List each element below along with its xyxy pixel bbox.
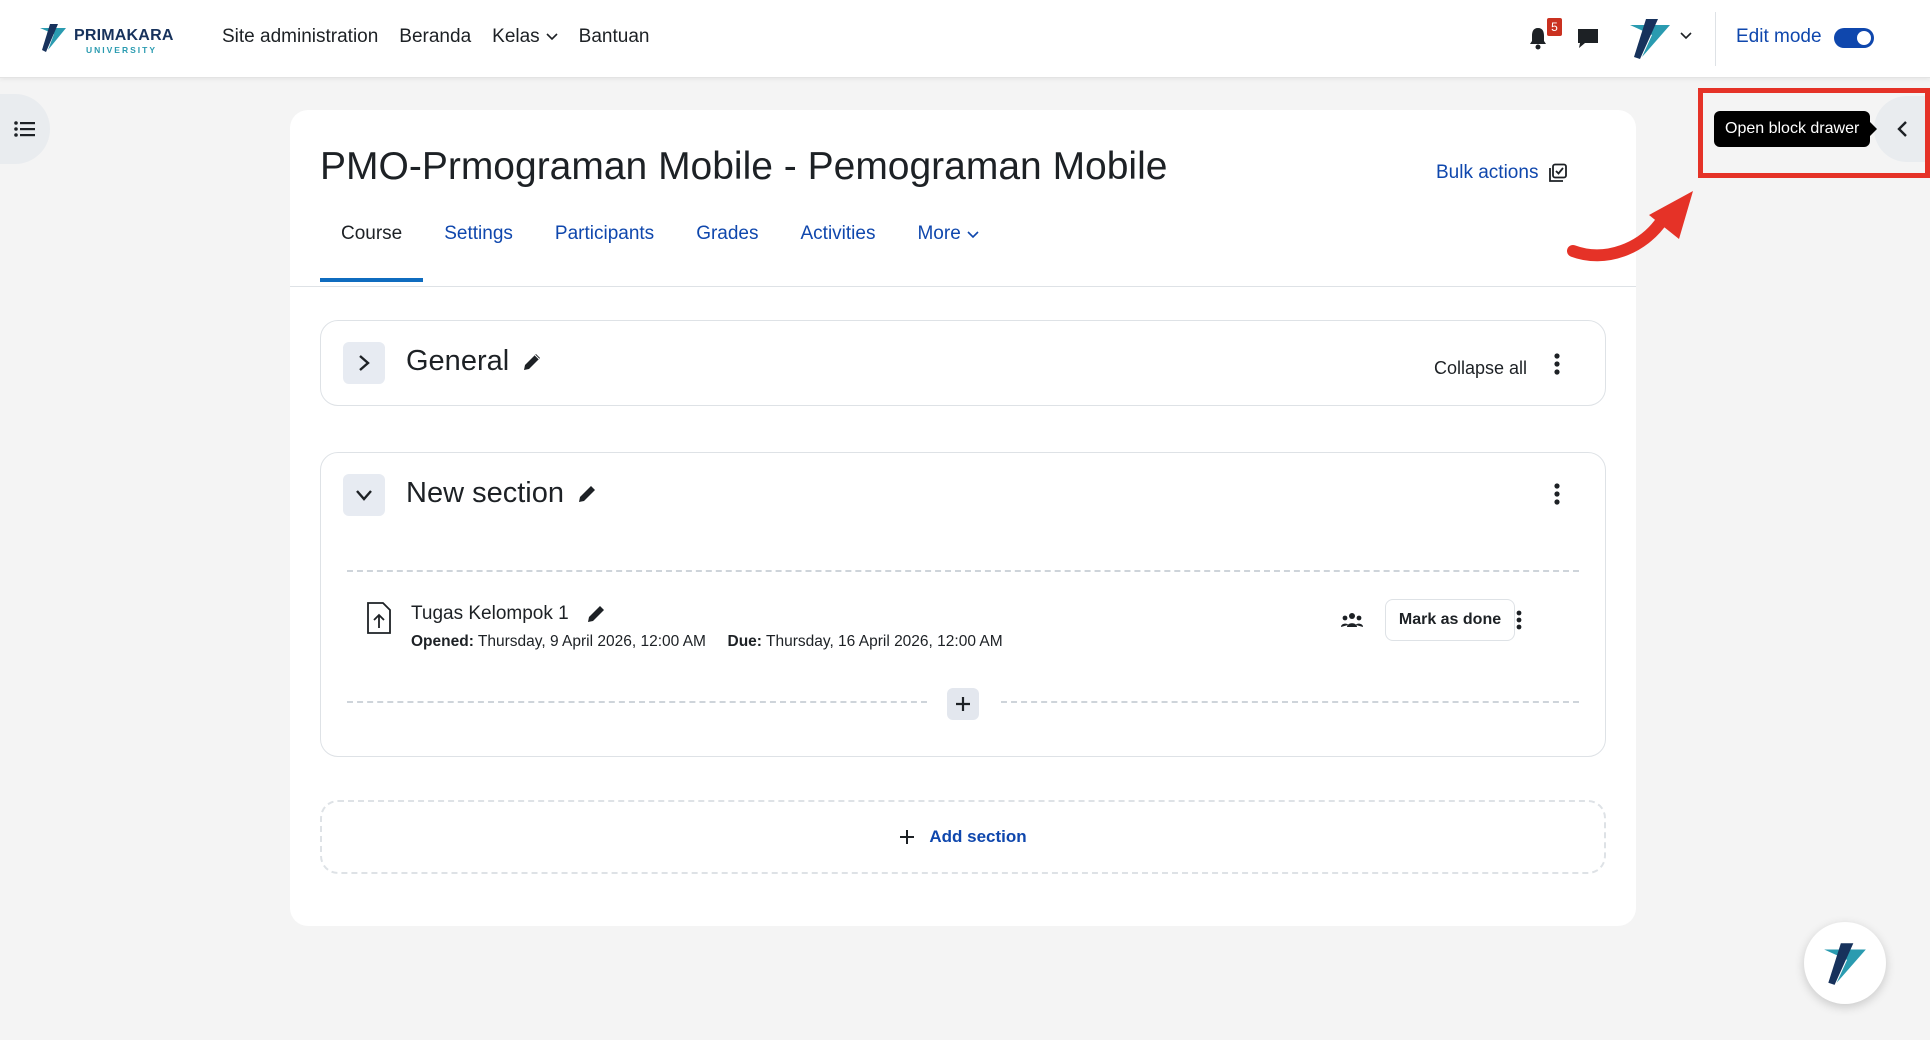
nav-beranda[interactable]: Beranda [399,26,471,48]
list-icon [14,121,35,137]
tab-label: Participants [554,223,655,244]
tab-settings[interactable]: Settings [423,223,534,282]
nav-divider [1715,12,1716,66]
notification-bell-icon[interactable] [1528,26,1548,50]
course-tabs: Course Settings Participants Grades Acti… [320,223,1000,282]
user-menu-chevron-down-icon[interactable] [1680,32,1692,40]
section-collapse-button[interactable] [343,474,385,516]
add-section-label: Add section [929,827,1027,846]
section-title: New section [406,477,598,510]
due-value: Thursday, 16 April 2026, 12:00 AM [765,633,1003,650]
message-chat-icon[interactable] [1576,27,1600,49]
group-mode-icon[interactable] [1340,611,1364,629]
annotation-highlight-box [1698,88,1930,178]
tab-activities[interactable]: Activities [780,223,897,282]
tab-label: Settings [444,223,513,244]
tab-more[interactable]: More [896,223,999,282]
primakara-logo[interactable]: PRIMAKARA UNIVERSITY [36,20,180,56]
chevron-down-icon [967,231,979,239]
section-title: General [406,345,543,378]
nav-site-administration[interactable]: Site administration [222,26,378,48]
top-navbar: PRIMAKARA UNIVERSITY Site administration… [0,0,1930,78]
tab-label: More [917,223,961,244]
user-avatar-icon[interactable] [1626,15,1674,61]
mark-as-done-button[interactable]: Mark as done [1385,599,1515,641]
chevron-right-icon [359,355,370,371]
section-title-text: General [406,345,510,377]
tab-participants[interactable]: Participants [534,223,675,282]
add-activity-divider-left [347,701,927,703]
section-menu-kebab-icon[interactable] [1547,349,1567,379]
section-expand-button[interactable] [343,342,385,384]
page-title: PMO-Prmograman Mobile - Pemograman Mobil… [320,145,1168,188]
pencil-edit-icon[interactable] [521,351,543,373]
floating-assistant-button[interactable] [1804,922,1886,1004]
section-title-text: New section [406,477,564,509]
due-label: Due: [727,633,762,650]
section-new-section: New section Tugas Kelompok 1 Opened: Thu… [320,452,1606,757]
activity-name-text: Tugas Kelompok 1 [411,603,569,624]
nav-kelas[interactable]: Kelas [492,26,558,48]
chevron-down-icon [546,33,558,41]
tab-label: Activities [800,223,876,244]
opened-value: Thursday, 9 April 2026, 12:00 AM [477,633,706,650]
bulk-actions-button[interactable]: Bulk actions [1436,162,1568,184]
assignment-upload-icon [367,602,391,634]
open-course-index-button[interactable] [0,94,50,164]
primary-navigation: Site administration Beranda Kelas Bantua… [222,26,649,48]
course-content-card: PMO-Prmograman Mobile - Pemograman Mobil… [290,110,1636,926]
edit-mode-label: Edit mode [1736,26,1822,47]
logo-text: PRIMAKARA [74,27,174,44]
primakara-star-icon [40,24,66,52]
logo-subtext: UNIVERSITY [86,45,158,55]
tab-label: Grades [696,223,759,244]
add-activity-button[interactable] [947,688,979,720]
activity-divider-top [347,570,1579,572]
nav-bantuan[interactable]: Bantuan [579,26,650,48]
bulk-edit-icon [1549,163,1568,182]
chevron-down-icon [356,490,372,501]
nav-kelas-label: Kelas [492,26,540,47]
plus-icon [956,697,970,711]
tab-course[interactable]: Course [320,223,424,282]
add-activity-divider-right [1001,701,1579,703]
tab-label: Course [341,223,403,244]
annotation-arrow-icon [1567,191,1693,262]
edit-mode-toggle[interactable] [1834,28,1874,48]
tab-grades[interactable]: Grades [675,223,779,282]
section-general: General Collapse all [320,320,1606,406]
bulk-actions-label: Bulk actions [1436,162,1539,183]
primakara-star-icon [1824,943,1866,985]
pencil-edit-icon[interactable] [585,603,607,625]
activity-menu-kebab-icon[interactable] [1509,605,1529,635]
collapse-all-link[interactable]: Collapse all [1434,358,1527,379]
opened-label: Opened: [411,633,474,650]
section-menu-kebab-icon[interactable] [1547,479,1567,509]
plus-icon [900,830,915,844]
activity-dates: Opened: Thursday, 9 April 2026, 12:00 AM… [411,633,1003,651]
activity-link[interactable]: Tugas Kelompok 1 [411,603,607,625]
tabs-divider [290,286,1636,287]
add-section-button[interactable]: Add section [320,800,1606,874]
pencil-edit-icon[interactable] [576,483,598,505]
notification-count-badge: 5 [1547,18,1562,36]
